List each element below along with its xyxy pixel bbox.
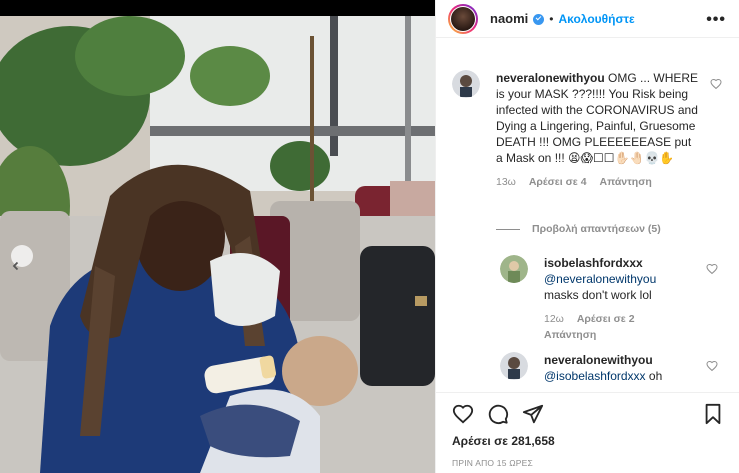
post-timestamp[interactable]: ΠΡΙΝ ΑΠΟ 15 ΩΡΕΣ bbox=[452, 458, 533, 468]
reply-mention[interactable]: @neveralonewithyou bbox=[544, 272, 656, 286]
comment-username[interactable]: neveralonewithyou bbox=[496, 71, 605, 85]
reply-username[interactable]: neveralonewithyou bbox=[544, 353, 653, 367]
reply-avatar[interactable] bbox=[500, 255, 528, 283]
bookmark-icon[interactable] bbox=[702, 403, 724, 425]
comment-text: OMG ... WHERE is your MASK ???!!!! You R… bbox=[496, 71, 699, 165]
reply-mention[interactable]: @isobelashfordxxx bbox=[544, 369, 646, 383]
reply-age[interactable]: 12ω bbox=[544, 313, 564, 325]
post-details-panel: naomi • Ακολουθήστε ••• neveralonewithyo… bbox=[435, 0, 739, 473]
reply-reply-button[interactable]: Απάντηση bbox=[544, 329, 596, 341]
post-action-bar bbox=[436, 392, 739, 432]
reply-username[interactable]: isobelashfordxxx bbox=[544, 256, 643, 270]
instagram-post-window: naomi • Ακολουθήστε ••• neveralonewithyo… bbox=[0, 0, 739, 473]
comments-list[interactable]: neveralonewithyou OMG ... WHERE is your … bbox=[436, 50, 739, 390]
comment-icon[interactable] bbox=[487, 403, 509, 425]
reply-likes[interactable]: Αρέσει σε 2 bbox=[577, 313, 635, 325]
author-username[interactable]: naomi bbox=[490, 11, 528, 26]
follow-button[interactable]: Ακολουθήστε bbox=[559, 12, 635, 26]
comment-item: neveralonewithyou OMG ... WHERE is your … bbox=[452, 70, 728, 190]
reply-avatar[interactable] bbox=[500, 352, 528, 380]
view-replies-button[interactable]: Προβολή απαντήσεων (5) bbox=[496, 223, 661, 235]
reply-text: oh bbox=[648, 369, 663, 383]
reply-heart-icon[interactable] bbox=[706, 263, 718, 275]
view-replies-label: Προβολή απαντήσεων (5) bbox=[532, 223, 661, 235]
heart-icon[interactable] bbox=[452, 403, 474, 425]
chevron-left-icon bbox=[12, 261, 19, 271]
comment-heart-icon[interactable] bbox=[710, 78, 722, 90]
share-icon[interactable] bbox=[522, 403, 544, 425]
comment-likes[interactable]: Αρέσει σε 4 bbox=[529, 176, 587, 188]
reply-heart-icon[interactable] bbox=[706, 360, 718, 372]
photo-top-bar bbox=[0, 0, 435, 16]
comment-age[interactable]: 13ω bbox=[496, 176, 516, 188]
reply-item: neveralonewithyou @isobelashfordxxx oh bbox=[500, 352, 724, 384]
post-photo[interactable] bbox=[0, 0, 435, 473]
likes-count[interactable]: Αρέσει σε 281,658 bbox=[452, 434, 555, 448]
previous-photo-button[interactable] bbox=[11, 245, 33, 271]
comment-reply-button[interactable]: Απάντηση bbox=[599, 176, 651, 188]
commenter-avatar[interactable] bbox=[452, 70, 480, 98]
author-avatar[interactable] bbox=[448, 3, 478, 34]
header-separator: • bbox=[549, 11, 554, 26]
reply-text: masks don't work lol bbox=[544, 288, 652, 302]
photo-illustration bbox=[0, 16, 435, 473]
post-header: naomi • Ακολουθήστε ••• bbox=[436, 0, 739, 38]
reply-item: isobelashfordxxx @neveralonewithyou mask… bbox=[500, 255, 724, 343]
verified-badge-icon bbox=[533, 14, 545, 25]
more-options-icon[interactable]: ••• bbox=[706, 11, 726, 29]
